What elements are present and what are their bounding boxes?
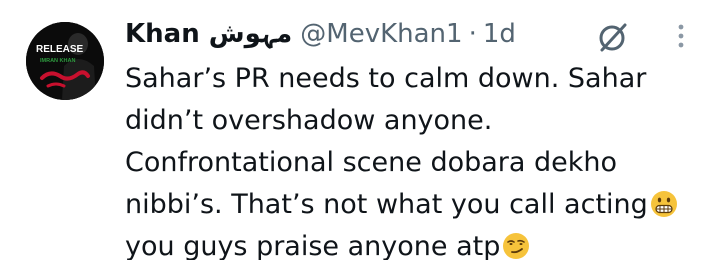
tweet-line-1-text: Sahar’s PR needs to calm down. Sahar <box>125 63 647 94</box>
smirking-face-emoji <box>503 233 530 259</box>
avatar-image: RELEASE IMRAN KHAN <box>26 22 104 100</box>
tweet-line-2: didn’t overshadow anyone. <box>125 100 705 142</box>
tweet-line-4-text: nibbi’s. That’s not what you call acting <box>125 189 648 220</box>
tweet-text: Sahar’s PR needs to calm down. Sahar did… <box>125 58 705 260</box>
timestamp[interactable]: 1d <box>483 19 516 49</box>
tweet-line-3: Confrontational scene dobara dekho <box>125 142 705 184</box>
grimacing-face-emoji <box>650 191 677 217</box>
tweet-card[interactable]: RELEASE IMRAN KHAN Khan مہوش @MevKhan1 ·… <box>0 0 720 260</box>
tweet-line-5-text: you guys praise anyone atp <box>125 231 501 260</box>
avatar[interactable]: RELEASE IMRAN KHAN <box>26 22 104 100</box>
avatar-text-1: RELEASE <box>36 44 84 55</box>
tweet-line-5: you guys praise anyone atp <box>125 226 705 260</box>
display-name[interactable]: Khan مہوش <box>125 19 292 49</box>
grok-icon[interactable] <box>596 20 630 54</box>
tweet-header: Khan مہوش @MevKhan1 · 1d <box>125 14 516 54</box>
avatar-text-2: IMRAN KHAN <box>40 58 75 64</box>
tweet-line-3-text: Confrontational scene dobara dekho <box>125 147 618 178</box>
tweet-line-1: Sahar’s PR needs to calm down. Sahar <box>125 58 705 100</box>
tweet-line-2-text: didn’t overshadow anyone. <box>125 105 493 136</box>
user-handle[interactable]: @MevKhan1 <box>300 19 462 49</box>
separator-dot: · <box>468 19 477 49</box>
more-icon[interactable] <box>671 18 691 54</box>
tweet-line-4: nibbi’s. That’s not what you call acting <box>125 184 705 226</box>
